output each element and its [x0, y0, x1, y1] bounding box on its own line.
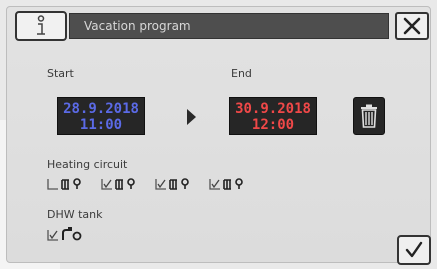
confirm-button[interactable] — [397, 235, 431, 265]
start-datetime-field[interactable]: 28.9.2018 11:00 — [57, 97, 145, 135]
start-label: Start — [47, 67, 74, 80]
start-date: 28.9.2018 — [63, 101, 139, 117]
dhw-tank-checkbox[interactable] — [47, 227, 83, 243]
info-icon — [37, 15, 45, 35]
end-datetime-field[interactable]: 30.9.2018 12:00 — [229, 97, 317, 135]
heating-circuit-4-checkbox[interactable] — [209, 177, 245, 191]
title-bar: Vacation program — [7, 7, 430, 43]
checkbox-checked-icon — [47, 230, 58, 241]
checkbox-checked-icon — [155, 179, 166, 190]
info-button[interactable] — [15, 11, 67, 41]
radiator-icon — [115, 178, 135, 190]
radiator-icon — [223, 178, 243, 190]
heating-circuit-3-checkbox[interactable] — [155, 177, 191, 191]
vacation-program-dialog: Vacation program Start End 28.9.2018 11:… — [6, 6, 431, 265]
end-label: End — [231, 67, 252, 80]
checkbox-unchecked-icon — [47, 179, 58, 190]
trash-icon — [361, 104, 377, 128]
close-icon — [403, 17, 421, 35]
heating-circuit-label: Heating circuit — [47, 158, 128, 171]
radiator-icon — [169, 178, 189, 190]
arrow-right-icon — [187, 109, 196, 125]
radiator-icon — [61, 178, 81, 190]
heating-circuit-1-checkbox[interactable] — [47, 177, 83, 191]
checkbox-checked-icon — [101, 179, 112, 190]
checkbox-checked-icon — [209, 179, 220, 190]
heating-circuit-2-checkbox[interactable] — [101, 177, 137, 191]
tap-icon — [62, 227, 82, 241]
end-date: 30.9.2018 — [235, 101, 311, 117]
close-button[interactable] — [395, 12, 429, 40]
dialog-title: Vacation program — [69, 13, 389, 39]
checkmark-icon — [405, 241, 423, 258]
dhw-tank-label: DHW tank — [47, 208, 103, 221]
start-time: 11:00 — [79, 117, 123, 133]
delete-button[interactable] — [353, 97, 385, 135]
end-time: 12:00 — [251, 117, 295, 133]
